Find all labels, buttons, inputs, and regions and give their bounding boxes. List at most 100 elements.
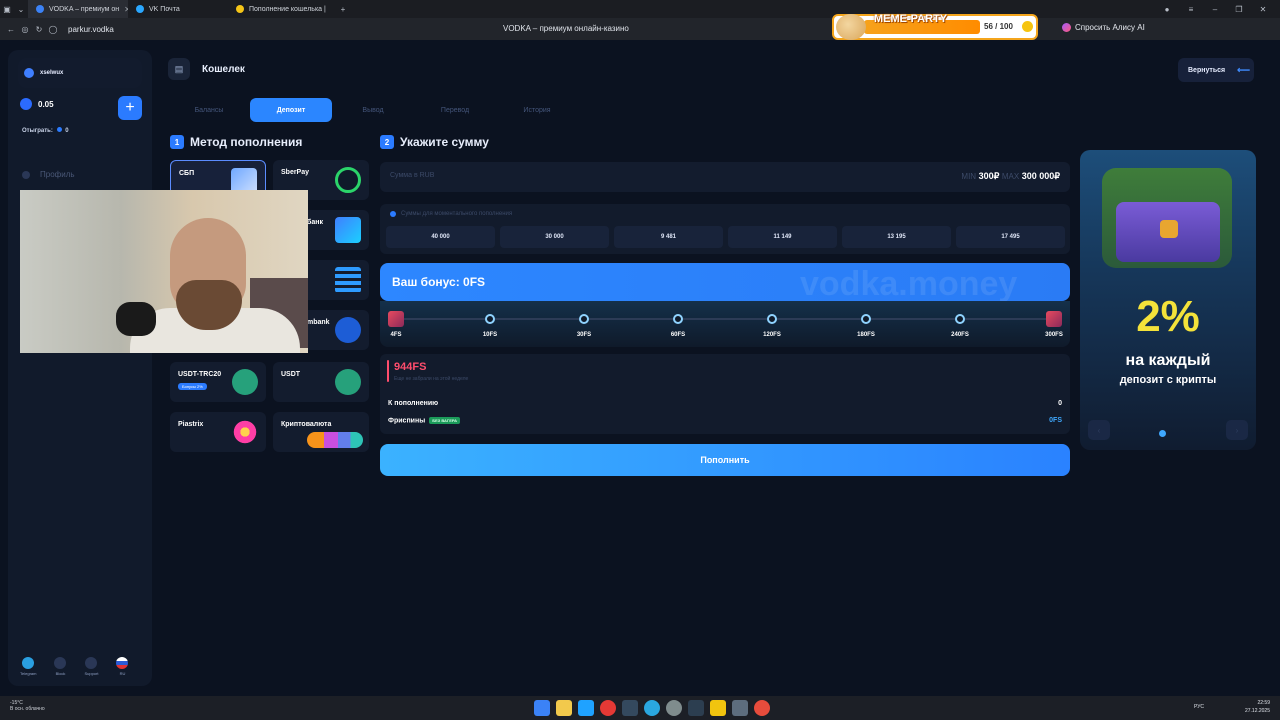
carousel-dot[interactable] (1159, 430, 1166, 437)
arrow-left-icon: ⟵ (1237, 64, 1251, 75)
footer-label: RU (119, 671, 126, 676)
support-link[interactable]: Support (84, 657, 98, 676)
browser-menu-icon[interactable]: ▣ (0, 2, 14, 16)
tab-deposit[interactable]: Депозит (250, 98, 332, 122)
meme-party-widget[interactable]: MEME-PARTY 56 / 100 (832, 13, 1038, 40)
promo-banner[interactable]: 2% на каждый депозит с крипты ‹ › (1080, 150, 1256, 450)
promo-next-button[interactable]: › (1226, 420, 1248, 440)
tab-transfer[interactable]: Перевод (414, 98, 496, 122)
tab-withdraw[interactable]: Вывод (332, 98, 414, 122)
quick-amount-button[interactable]: 30 000 (500, 226, 609, 248)
ask-alice-button[interactable]: Спросить Алису AI (1062, 23, 1145, 32)
wallet-title: Кошелек (202, 63, 245, 75)
deposit-button[interactable]: Пополнить (380, 444, 1070, 476)
language-switch[interactable]: RU (116, 657, 129, 676)
username: xselwux (40, 70, 64, 76)
ruble-coin-icon (20, 98, 32, 110)
windows-start-icon[interactable] (534, 700, 550, 716)
language-indicator[interactable]: РУС (1194, 704, 1204, 710)
telegram-icon[interactable] (644, 700, 660, 716)
maximize-icon[interactable]: ❐ (1232, 2, 1246, 16)
telegram-link[interactable]: Telegram (20, 657, 36, 676)
app-icon[interactable] (688, 700, 704, 716)
footer-label: Block (55, 671, 66, 676)
deposit-amount-value: 0 (1058, 400, 1062, 407)
steam-icon[interactable] (622, 700, 638, 716)
quick-amount-button[interactable]: 11 149 (728, 226, 837, 248)
menu-icon[interactable]: ≡ (1184, 2, 1198, 16)
freespins-count: 0FS (1049, 417, 1062, 424)
freespins-label: Фриспины (388, 417, 426, 425)
quick-amount-button[interactable]: 17 495 (956, 226, 1065, 248)
yandex-browser-icon[interactable] (600, 700, 616, 716)
doge-icon (836, 14, 866, 40)
page-title: VODKA – премиум онлайн-казино (503, 24, 629, 33)
clock[interactable]: 22:59 27.12.2025 (1245, 699, 1270, 715)
wallet-icon: ▤ (168, 58, 190, 80)
step-number: 1 (170, 135, 184, 149)
profile-icon (22, 170, 30, 179)
wager-info: Отыграть: 0 (22, 127, 69, 134)
step-method-heading: 1 Метод пополнения (170, 135, 302, 149)
method-crypto[interactable]: Криптовалюта (273, 412, 369, 452)
bank-card-icon (335, 217, 361, 243)
deposit-amount-label: К пополнению (388, 400, 439, 407)
tab-balances[interactable]: Балансы (168, 98, 250, 122)
method-piastrix[interactable]: Piastrix (170, 412, 266, 452)
promo-percent: 2% (1136, 292, 1200, 341)
milestone-label: 30FS (576, 332, 592, 338)
method-usdt-trc20[interactable]: USDT-TRC20 Бонусы 2% (170, 362, 266, 402)
tab-label: VK Почта (149, 5, 180, 13)
sidebar-item-profile[interactable]: Профиль (22, 170, 75, 179)
quick-amount-button[interactable]: 40 000 (386, 226, 495, 248)
quick-amounts-panel: Суммы для моментального пополнения 40 00… (380, 204, 1070, 254)
app-icon[interactable] (710, 700, 726, 716)
bonus-progress: 4FS 10FS 30FS 60FS 120FS 180FS 240FS 300FS (380, 301, 1070, 347)
info-icon (390, 211, 396, 217)
quick-hint: Суммы для моментального пополнения (390, 211, 512, 217)
amount-input[interactable]: Сумма в RUB MIN 300₽ MAX 300 000₽ (380, 162, 1070, 192)
weather-widget[interactable]: -15°C В осн. облачно (10, 700, 45, 712)
close-window-icon[interactable]: ✕ (1256, 2, 1270, 16)
shield-icon[interactable]: ◎ (18, 22, 32, 36)
browser-tab-bar: ▣ ⌄ VODKA – премиум он ✕ VK Почта Пополн… (0, 0, 1280, 18)
tabs-list-icon[interactable]: ⌄ (14, 2, 28, 16)
method-label: SberPay (281, 169, 310, 176)
browser-tab-wallet[interactable]: Пополнение кошелька | (228, 0, 336, 18)
app-icon[interactable] (732, 700, 748, 716)
promo-prev-button[interactable]: ‹ (1088, 420, 1110, 440)
step-title: Укажите сумму (400, 135, 489, 149)
edge-icon[interactable] (578, 700, 594, 716)
back-arrow-icon[interactable]: ← (4, 22, 18, 36)
method-usdt[interactable]: USDT (273, 362, 369, 402)
app-icon[interactable] (754, 700, 770, 716)
minimize-icon[interactable]: – (1208, 2, 1222, 16)
tab-history[interactable]: История (496, 98, 578, 122)
settings-gear-icon[interactable] (666, 700, 682, 716)
alice-icon (1062, 23, 1071, 32)
new-tab-icon[interactable]: + (336, 2, 350, 16)
browser-tab-vk-mail[interactable]: VK Почта (128, 0, 228, 18)
add-funds-button[interactable]: + (118, 96, 142, 120)
balance-value: 0.05 (38, 99, 54, 109)
max-value: 300 000₽ (1021, 171, 1060, 181)
taskbar: -15°C В осн. облачно РУС 22:59 27.12.202… (0, 696, 1280, 720)
browser-tab-vodka[interactable]: VODKA – премиум он ✕ (28, 0, 128, 18)
quick-amount-button[interactable]: 9 481 (614, 226, 723, 248)
user-card[interactable]: xselwux (18, 58, 142, 88)
url-field[interactable]: parkur.vodka (68, 25, 114, 34)
amount-placeholder: Сумма в RUB (390, 172, 435, 179)
file-explorer-icon[interactable] (556, 700, 572, 716)
block-link[interactable]: Block (54, 657, 67, 676)
quick-amount-button[interactable]: 13 195 (842, 226, 951, 248)
downloads-icon[interactable]: ● (1160, 2, 1174, 16)
back-button[interactable]: Вернуться ⟵ (1178, 58, 1254, 82)
footer-label: Telegram (20, 671, 37, 676)
wallet-tabs: Балансы Депозит Вывод Перевод История (168, 98, 578, 122)
meme-party-count: 56 / 100 (984, 22, 1013, 31)
milestone-label: 240FS (951, 332, 969, 338)
reload-icon[interactable]: ↻ (32, 22, 46, 36)
back-label: Вернуться (1188, 66, 1226, 74)
milestone-node (673, 314, 683, 324)
step-number: 2 (380, 135, 394, 149)
